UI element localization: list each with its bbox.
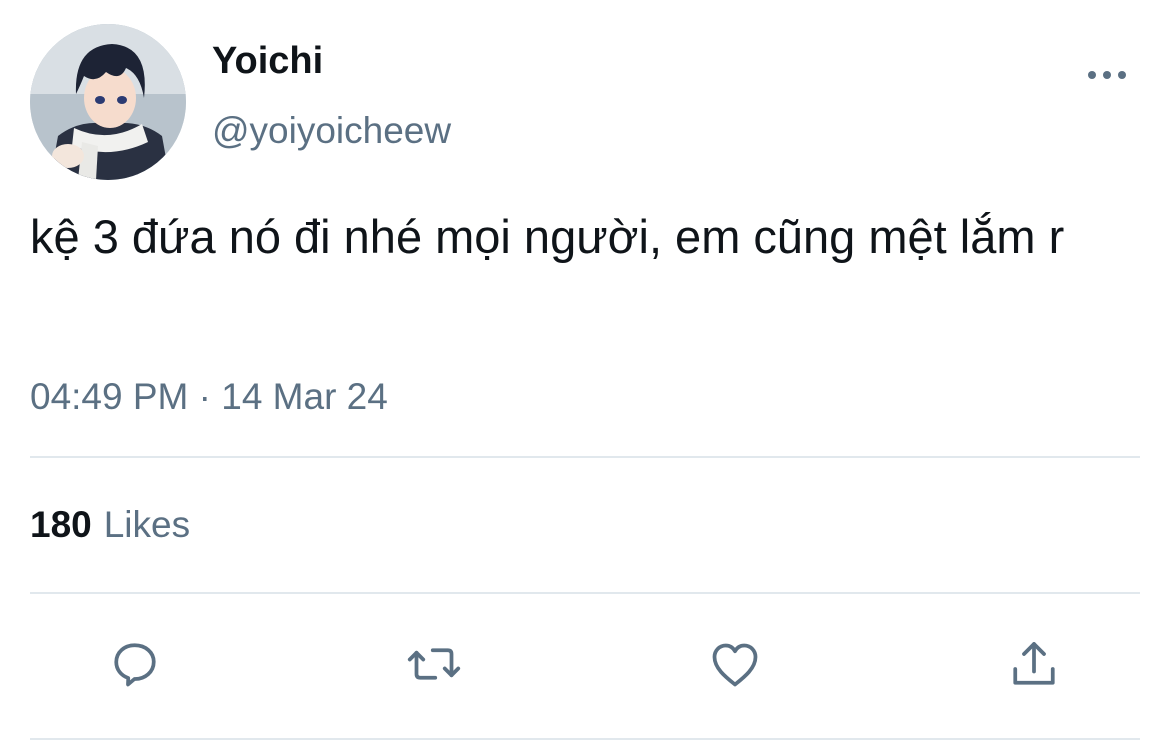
more-options-button[interactable]: [1082, 60, 1132, 90]
tweet-timestamp[interactable]: 04:49 PM · 14 Mar 24: [30, 374, 388, 420]
likes-stat[interactable]: 180 Likes: [30, 502, 190, 548]
share-icon: [1013, 642, 1055, 685]
display-name[interactable]: Yoichi: [212, 38, 323, 84]
heart-icon: [712, 643, 758, 687]
share-button[interactable]: [1002, 632, 1066, 696]
like-button[interactable]: [703, 632, 767, 696]
avatar-image: [30, 24, 186, 180]
tweet-text: kệ 3 đứa nó đi nhé mọi người, em cũng mệ…: [30, 210, 1065, 263]
comment-icon: [114, 643, 156, 687]
divider: [30, 592, 1140, 594]
divider: [30, 738, 1140, 740]
retweet-button[interactable]: [402, 632, 466, 696]
retweet-icon: [407, 648, 461, 680]
reply-button[interactable]: [103, 632, 167, 696]
likes-count: 180: [30, 504, 92, 545]
more-dots-icon: [1088, 71, 1126, 79]
divider: [30, 456, 1140, 458]
avatar[interactable]: [30, 24, 186, 180]
likes-label: Likes: [103, 504, 191, 545]
user-handle[interactable]: @yoiyoicheew: [212, 108, 451, 154]
